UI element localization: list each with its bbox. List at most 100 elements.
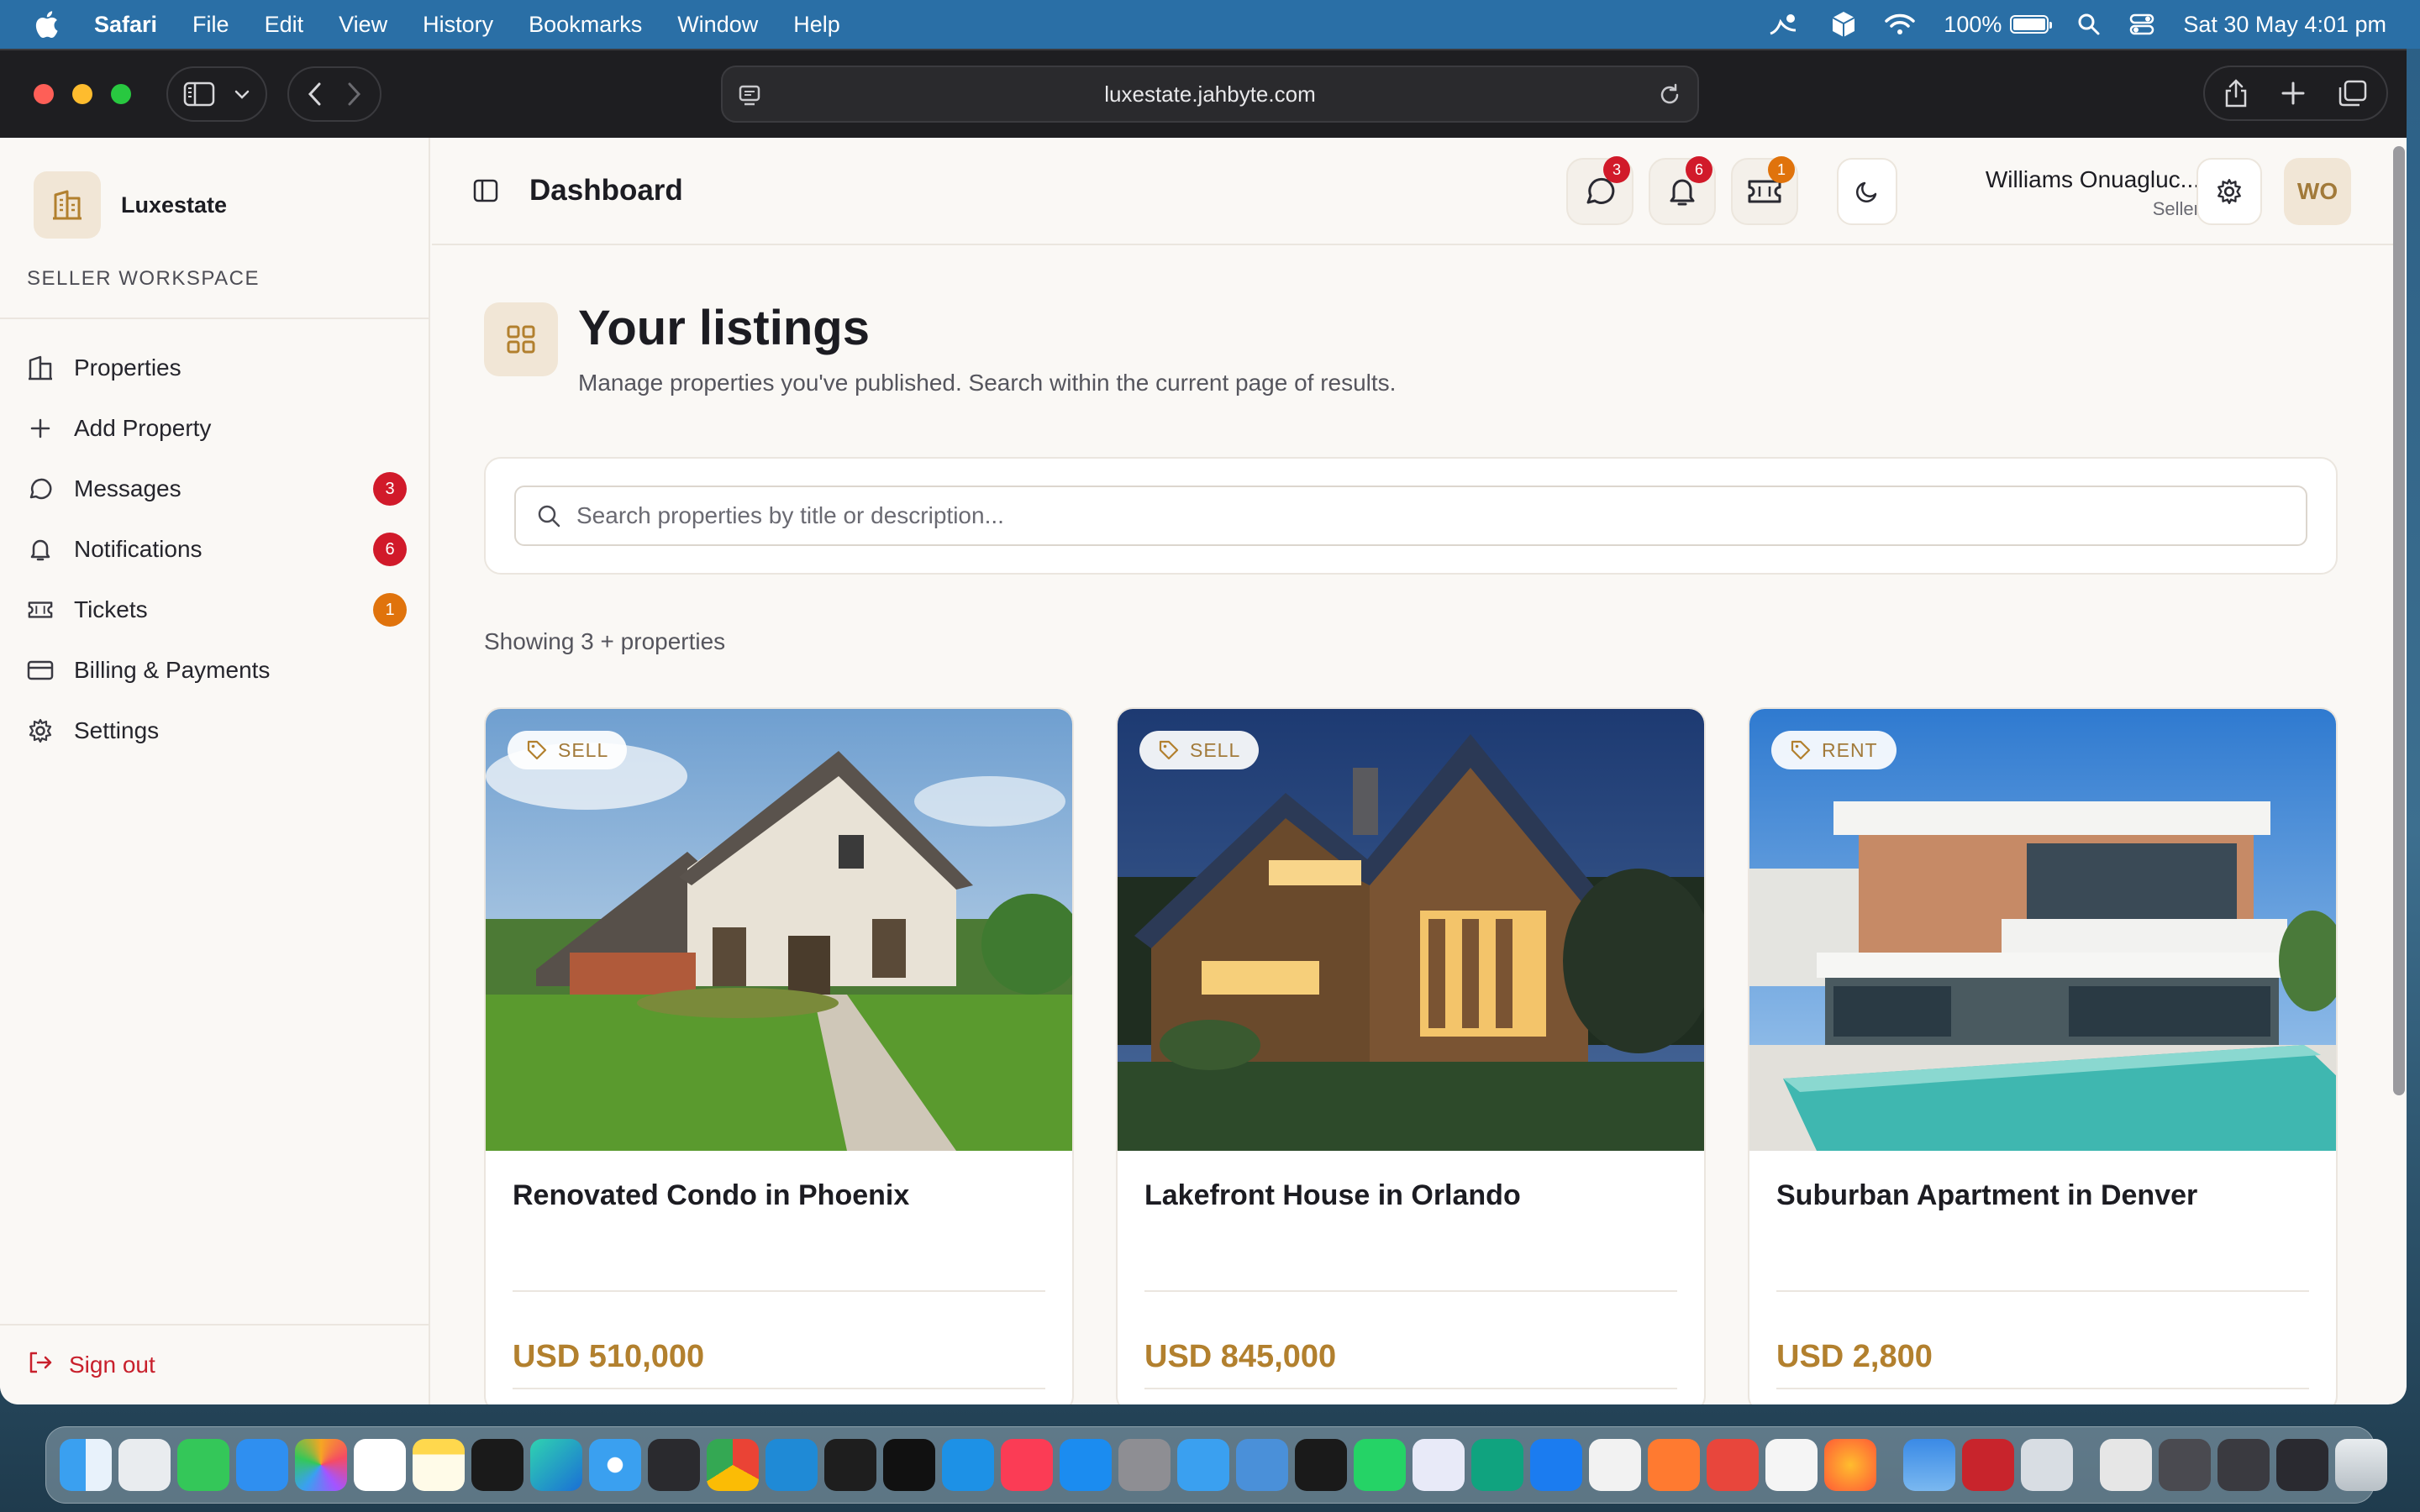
whatsapp-icon[interactable] — [1354, 1439, 1406, 1491]
menu-history[interactable]: History — [423, 12, 493, 38]
tickets-button[interactable]: 1 — [1731, 156, 1798, 225]
menu-edit[interactable]: Edit — [265, 12, 304, 38]
battery-indicator[interactable]: 100% — [1944, 12, 2053, 38]
sidebar-item-properties[interactable]: Properties — [0, 338, 429, 398]
vpn-icon[interactable] — [1413, 1439, 1465, 1491]
spotlight-search-icon[interactable] — [2077, 13, 2101, 36]
back-icon[interactable] — [308, 81, 323, 107]
weather-app-icon[interactable] — [1903, 1439, 1955, 1491]
weather-icon[interactable] — [1765, 10, 1802, 39]
dictionary-icon[interactable] — [1962, 1439, 2014, 1491]
sidebar-item-add-property[interactable]: Add Property — [0, 398, 429, 459]
upwork-icon[interactable] — [1295, 1439, 1347, 1491]
fullscreen-window-button[interactable] — [111, 84, 131, 104]
toolbox-icon[interactable] — [1707, 1439, 1759, 1491]
finder-icon[interactable] — [60, 1439, 112, 1491]
sidebar-item-messages[interactable]: Messages 3 — [0, 459, 429, 519]
sidebar-item-tickets[interactable]: Tickets 1 — [0, 580, 429, 640]
control-center-icon[interactable] — [2129, 13, 2154, 36]
forward-icon[interactable] — [346, 81, 361, 107]
xcode-icon[interactable] — [1530, 1439, 1582, 1491]
edge-icon[interactable] — [530, 1439, 582, 1491]
music-icon[interactable] — [1001, 1439, 1053, 1491]
menu-view[interactable]: View — [339, 12, 387, 38]
docker-icon[interactable] — [942, 1439, 994, 1491]
sidebar-item-label: Settings — [74, 717, 160, 743]
menu-help[interactable]: Help — [793, 12, 840, 38]
tab-overview-icon[interactable] — [2338, 79, 2368, 108]
listing-photo[interactable]: RENT — [1749, 709, 2336, 1151]
numbers-icon[interactable] — [1765, 1439, 1818, 1491]
search-box[interactable] — [514, 486, 2307, 546]
sidebar-item-settings[interactable]: Settings — [0, 701, 429, 761]
calendar-icon[interactable] — [354, 1439, 406, 1491]
cube-app-icon[interactable] — [648, 1439, 700, 1491]
reload-icon[interactable] — [1657, 82, 1682, 108]
pen-app-icon[interactable] — [1648, 1439, 1700, 1491]
listing-title[interactable]: Renovated Condo in Phoenix — [513, 1179, 909, 1212]
mongodb-icon[interactable] — [1589, 1439, 1641, 1491]
vscode-icon[interactable] — [765, 1439, 818, 1491]
toggle-sidebar-icon[interactable] — [472, 178, 499, 203]
sidebar-item-billing[interactable]: Billing & Payments — [0, 640, 429, 701]
notes-icon[interactable] — [413, 1439, 465, 1491]
page-scrollbar[interactable] — [2393, 146, 2405, 1095]
listing-title[interactable]: Lakefront House in Orlando — [1144, 1179, 1521, 1212]
theme-toggle-button[interactable] — [1837, 158, 1897, 225]
settings-button[interactable] — [2196, 158, 2262, 225]
listing-card[interactable]: SELL Renovated Condo in Phoenix USD 510,… — [484, 707, 1074, 1404]
sign-out-button[interactable]: Sign out — [0, 1324, 429, 1404]
new-tab-icon[interactable] — [2281, 81, 2306, 106]
photos-icon[interactable] — [295, 1439, 347, 1491]
apple-icon[interactable] — [34, 10, 59, 39]
firefox-icon[interactable] — [1824, 1439, 1876, 1491]
window-thumbnail-icon[interactable] — [2276, 1439, 2328, 1491]
chatgpt-icon[interactable] — [1471, 1439, 1523, 1491]
bell-icon — [27, 536, 54, 563]
chevron-down-icon[interactable] — [234, 88, 250, 100]
files-icon[interactable] — [1177, 1439, 1229, 1491]
listing-photo[interactable]: SELL — [486, 709, 1072, 1151]
figma-icon[interactable] — [824, 1439, 876, 1491]
address-bar[interactable]: luxestate.jahbyte.com — [721, 66, 1699, 123]
apple-tv-icon[interactable] — [471, 1439, 523, 1491]
menu-file[interactable]: File — [192, 12, 229, 38]
messages-app-icon[interactable] — [177, 1439, 229, 1491]
messages-button[interactable]: 3 — [1566, 156, 1634, 225]
terminal-icon[interactable] — [883, 1439, 935, 1491]
menu-window[interactable]: Window — [677, 12, 758, 38]
user-info[interactable]: Williams Onuagluc... Seller — [1986, 166, 2200, 220]
close-window-button[interactable] — [34, 84, 54, 104]
disk-utility-icon[interactable] — [2021, 1439, 2073, 1491]
box-icon[interactable] — [1831, 10, 1856, 39]
listing-card[interactable]: SELL Lakefront House in Orlando USD 845,… — [1116, 707, 1706, 1404]
avatar[interactable]: WO — [2284, 158, 2351, 225]
sidebar-item-notifications[interactable]: Notifications 6 — [0, 519, 429, 580]
launchpad-icon[interactable] — [118, 1439, 171, 1491]
chrome-icon[interactable] — [707, 1439, 759, 1491]
listing-title[interactable]: Suburban Apartment in Denver — [1776, 1179, 2197, 1212]
search-input[interactable] — [576, 502, 2173, 529]
keyboard-viewer-icon[interactable] — [2159, 1439, 2211, 1491]
search-card — [484, 457, 2338, 575]
trash-icon[interactable] — [2335, 1439, 2387, 1491]
site-settings-icon[interactable] — [738, 84, 763, 108]
notifications-button[interactable]: 6 — [1649, 156, 1716, 225]
wifi-icon[interactable] — [1885, 13, 1916, 36]
brand[interactable]: Luxestate — [0, 138, 429, 239]
safari-icon[interactable] — [589, 1439, 641, 1491]
minimize-window-button[interactable] — [72, 84, 92, 104]
menu-clock[interactable]: Sat 30 May 4:01 pm — [2183, 12, 2386, 38]
simulator-icon[interactable] — [1236, 1439, 1288, 1491]
preview-icon[interactable] — [2100, 1439, 2152, 1491]
menu-bookmarks[interactable]: Bookmarks — [529, 12, 642, 38]
screen-recording-icon[interactable] — [2217, 1439, 2270, 1491]
share-icon[interactable] — [2223, 78, 2249, 108]
listing-card[interactable]: RENT Suburban Apartment in Denver USD 2,… — [1748, 707, 2338, 1404]
mail-icon[interactable] — [236, 1439, 288, 1491]
system-settings-icon[interactable] — [1118, 1439, 1171, 1491]
app-store-icon[interactable] — [1060, 1439, 1112, 1491]
listing-photo[interactable]: SELL — [1118, 709, 1704, 1151]
menu-app-name[interactable]: Safari — [94, 12, 157, 38]
browser-sidebar-icon[interactable] — [183, 81, 215, 107]
